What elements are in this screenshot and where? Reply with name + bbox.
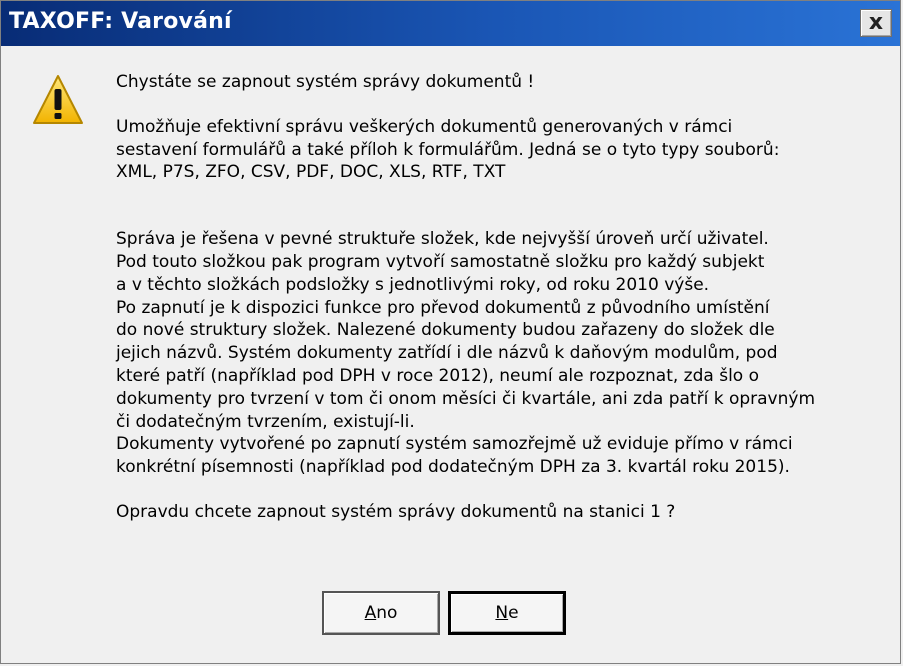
no-button-label-accelerator: N: [495, 603, 509, 623]
yes-button[interactable]: Ano: [322, 591, 440, 635]
close-button[interactable]: x: [860, 9, 892, 37]
message-paragraph1: Umožňuje efektivní správu veškerých doku…: [116, 116, 780, 183]
window-title: TAXOFF: Varování: [9, 9, 232, 34]
yes-button-label-rest: no: [376, 603, 398, 623]
title-bar[interactable]: TAXOFF: Varování x: [1, 1, 900, 46]
no-button-label-rest: e: [508, 603, 519, 623]
message-line1: Chystáte se zapnout systém správy dokume…: [116, 72, 535, 92]
warning-icon: [31, 73, 85, 127]
no-button-label: Ne: [495, 603, 518, 623]
close-icon: x: [868, 10, 884, 35]
yes-button-label-accelerator: A: [364, 603, 377, 623]
message-paragraph2: Správa je řešena v pevné struktuře slože…: [116, 229, 816, 478]
warning-dialog: TAXOFF: Varování x Chystáte se zapnout s…: [0, 0, 901, 664]
yes-button-label: Ano: [365, 603, 398, 623]
message-body: Chystáte se zapnout systém správy dokume…: [116, 71, 886, 524]
no-button[interactable]: Ne: [448, 591, 566, 635]
message-question: Opravdu chcete zapnout systém správy dok…: [116, 501, 676, 522]
